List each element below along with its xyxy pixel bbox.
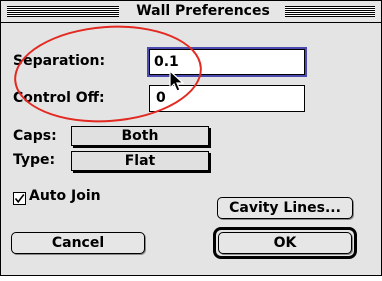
cancel-button[interactable]: Cancel bbox=[11, 232, 145, 254]
ok-button[interactable]: OK bbox=[218, 232, 352, 254]
window-title: Wall Preferences bbox=[136, 3, 270, 19]
title-bar-stripes-right bbox=[285, 6, 375, 17]
auto-join-label[interactable]: Auto Join bbox=[29, 188, 101, 204]
title-bar[interactable]: Wall Preferences bbox=[1, 1, 381, 23]
title-bar-stripes-left bbox=[7, 6, 119, 17]
caps-popup-menu[interactable]: Both bbox=[71, 126, 209, 146]
control-off-label: Control Off: bbox=[13, 90, 105, 106]
caps-label: Caps: bbox=[13, 128, 57, 144]
auto-join-checkbox[interactable] bbox=[13, 192, 26, 205]
mouse-pointer-icon bbox=[169, 70, 185, 92]
dialog-window: Wall Preferences Separation: 0.1 Control… bbox=[0, 0, 382, 276]
type-label: Type: bbox=[13, 152, 56, 168]
cavity-lines-button[interactable]: Cavity Lines... bbox=[217, 197, 353, 219]
separation-label: Separation: bbox=[13, 53, 106, 69]
checkmark-icon bbox=[14, 194, 25, 204]
type-popup-menu[interactable]: Flat bbox=[71, 151, 209, 171]
